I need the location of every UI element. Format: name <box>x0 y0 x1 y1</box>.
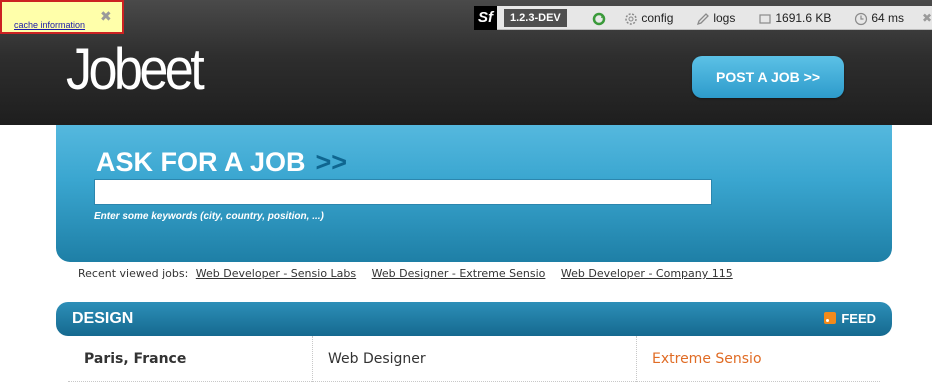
recent-job-link[interactable]: Web Designer - Extreme Sensio <box>372 267 546 280</box>
column-divider <box>312 336 313 382</box>
ask-title: ASK FOR A JOB >> <box>96 145 347 179</box>
time-item[interactable]: 64 ms <box>854 6 904 30</box>
column-divider <box>636 336 637 382</box>
pencil-icon <box>696 12 709 25</box>
symfony-logo[interactable]: Sf <box>474 6 497 30</box>
ask-title-arrows: >> <box>315 147 348 177</box>
feed-label: FEED <box>841 311 876 326</box>
close-icon[interactable]: ✖ <box>100 9 112 25</box>
ask-title-text: ASK FOR A JOB <box>96 147 306 177</box>
jobeet-logo[interactable]: Jobeet <box>66 35 210 105</box>
time-value: 64 ms <box>871 11 905 25</box>
debug-toolbar: Sf 1.2.3-DEV config logs 1691.6 KB 64 ms… <box>474 6 932 30</box>
search-panel: ASK FOR A JOB >> Enter some keywords (cit… <box>56 125 892 262</box>
cache-info-panel: cache information ✖ <box>0 0 124 34</box>
recent-jobs-label: Recent viewed jobs: <box>78 267 189 280</box>
search-input[interactable] <box>94 179 712 205</box>
debug-close-icon[interactable]: ✖ <box>922 6 932 30</box>
gear-icon <box>625 13 637 25</box>
refresh-icon[interactable] <box>592 6 606 30</box>
logs-label: logs <box>713 11 736 25</box>
post-job-button[interactable]: POST A JOB >> <box>692 56 844 98</box>
config-item[interactable]: config <box>624 6 673 30</box>
job-position-link[interactable]: Web Designer <box>328 336 426 382</box>
category-title[interactable]: DESIGN <box>72 302 133 336</box>
memory-item[interactable]: 1691.6 KB <box>758 6 831 30</box>
recent-jobs: Recent viewed jobs: Web Developer - Sens… <box>78 267 733 280</box>
recent-job-link[interactable]: Web Developer - Sensio Labs <box>196 267 356 280</box>
feed-link[interactable]: FEED <box>824 302 876 336</box>
memory-icon <box>759 14 771 24</box>
memory-value: 1691.6 KB <box>775 11 832 25</box>
table-row[interactable]: Paris, France Web Designer Extreme Sensi… <box>68 336 880 382</box>
clock-icon <box>854 12 868 25</box>
version-badge: 1.2.3-DEV <box>504 9 567 27</box>
search-help-text: Enter some keywords (city, country, posi… <box>94 211 324 222</box>
rss-icon <box>824 312 837 324</box>
job-company: Extreme Sensio <box>652 351 762 367</box>
config-label: config <box>641 11 674 25</box>
cache-information-link[interactable]: cache information <box>14 20 85 30</box>
recent-job-link[interactable]: Web Developer - Company 115 <box>561 267 733 280</box>
category-header: DESIGN FEED <box>56 302 892 336</box>
job-location: Paris, France <box>84 351 187 367</box>
logs-item[interactable]: logs <box>696 6 735 30</box>
